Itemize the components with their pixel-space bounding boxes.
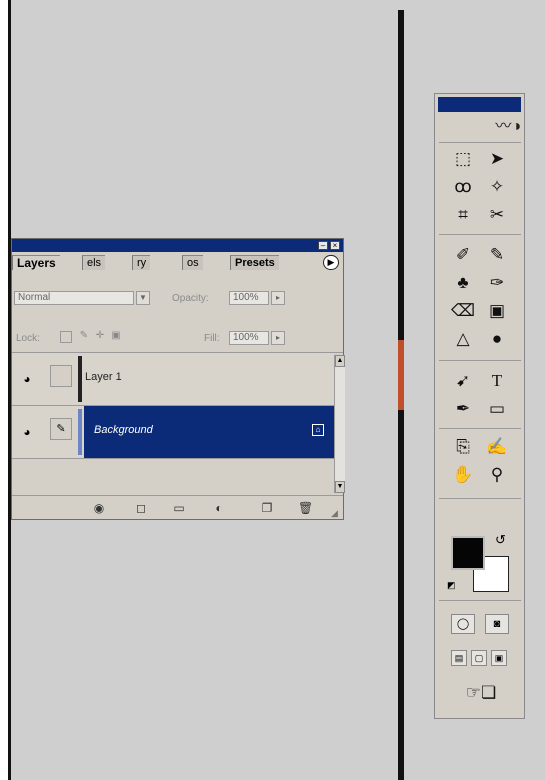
tab-layers[interactable]: Layers: [12, 255, 60, 270]
standard-mode-button[interactable]: ◯: [451, 614, 475, 634]
hand-tool-icon[interactable]: ✋: [449, 462, 477, 488]
layer-name-label: Layer 1: [85, 371, 122, 383]
fill-slider-arrow[interactable]: ▸: [271, 331, 285, 345]
notes-tool-icon[interactable]: ⎘: [449, 434, 477, 460]
lock-position-icon[interactable]: ✛: [94, 331, 106, 343]
close-button[interactable]: ×: [330, 241, 340, 250]
healing-brush-tool-icon[interactable]: ✐: [449, 242, 477, 268]
scroll-down-arrow[interactable]: ▼: [335, 481, 345, 493]
jump-to-imageready-icon[interactable]: ☞❏: [457, 680, 505, 706]
clone-stamp-tool-icon[interactable]: ♣: [449, 270, 477, 296]
visibility-eye-icon[interactable]: ◕: [18, 426, 36, 438]
default-colors-icon[interactable]: ◩: [447, 580, 457, 590]
toolbox-divider: [439, 142, 521, 143]
swap-colors-icon[interactable]: ↺: [495, 532, 506, 548]
tab-history[interactable]: ry: [132, 255, 151, 270]
trash-icon[interactable]: 🗑: [298, 501, 313, 515]
marquee-tool-icon[interactable]: ⬚: [449, 146, 477, 172]
fill-input[interactable]: 100%: [229, 331, 269, 345]
layers-scrollbar[interactable]: ▲ ▼: [334, 355, 345, 493]
magic-wand-tool-icon[interactable]: ✧: [483, 174, 511, 200]
foreground-color-swatch[interactable]: [451, 536, 485, 570]
lock-image-icon[interactable]: ✎: [78, 331, 90, 343]
brush-tool-icon[interactable]: ✎: [483, 242, 511, 268]
tab-tool-presets[interactable]: Presets: [230, 255, 279, 270]
pen-tool-icon[interactable]: ✒: [449, 396, 477, 422]
crop-tool-icon[interactable]: ⌗: [449, 202, 477, 228]
opacity-label: Opacity:: [172, 293, 209, 304]
tab-channels[interactable]: els: [82, 255, 106, 270]
move-tool-icon[interactable]: ➤: [483, 146, 511, 172]
visibility-eye-icon[interactable]: ◕: [18, 373, 36, 385]
layer-row-separator: [12, 458, 334, 459]
layer-style-icon[interactable]: ◉: [92, 501, 106, 515]
opacity-input[interactable]: 100%: [229, 291, 269, 305]
lock-all-icon[interactable]: ▣: [110, 331, 122, 343]
brush-edit-icon[interactable]: ✎: [50, 418, 72, 440]
gradient-tool-icon[interactable]: ▣: [483, 298, 511, 324]
new-layer-icon[interactable]: ❐: [260, 501, 274, 515]
toolbox-divider: [439, 498, 521, 499]
full-screen-mode-button[interactable]: ▣: [491, 650, 507, 666]
tab-actions[interactable]: os: [182, 255, 203, 270]
full-screen-menu-mode-button[interactable]: ▢: [471, 650, 487, 666]
standard-screen-mode-button[interactable]: ▤: [451, 650, 467, 666]
path-selection-tool-icon[interactable]: ➹: [449, 368, 477, 394]
layer-thumbnail: [78, 409, 82, 455]
toolbox-palette: 〰◑ ⬚ ➤ ꝏ ✧ ⌗ ✂ ✐ ✎ ♣ ✑ ⌫ ▣ △ ● ➹ T ✒ ▭ ⎘…: [434, 93, 525, 719]
selected-layer-highlight: Background ⌂: [84, 406, 334, 458]
eyedropper-tool-icon[interactable]: ✍: [483, 434, 511, 460]
zoom-tool-icon[interactable]: ⚲: [483, 462, 511, 488]
link-toggle-box[interactable]: [50, 365, 72, 387]
toolbox-titlebar[interactable]: [438, 97, 521, 112]
quick-mask-mode-button[interactable]: ◙: [485, 614, 509, 634]
toolbox-divider: [439, 360, 521, 361]
layer-row-background[interactable]: ◕ ✎ Background ⌂: [12, 406, 334, 458]
toolbox-divider: [439, 428, 521, 429]
layers-palette: – × Layers els ry os Presets ▶ Normal ▼ …: [11, 238, 345, 520]
lock-row: Lock: ✎ ✛ ▣ Fill: 100% ▸: [12, 315, 343, 345]
new-set-icon[interactable]: ▭: [172, 501, 186, 515]
resize-grip-icon[interactable]: ◢: [331, 508, 341, 518]
lasso-tool-icon[interactable]: ꝏ: [449, 174, 477, 200]
photoshop-logo-icon[interactable]: 〰◑: [441, 116, 521, 138]
slice-tool-icon[interactable]: ✂: [483, 202, 511, 228]
lock-label: Lock:: [16, 333, 40, 344]
type-tool-icon[interactable]: T: [483, 368, 511, 394]
palette-menu-button[interactable]: ▶: [323, 255, 339, 270]
layer-lock-icon: ⌂: [312, 424, 324, 436]
blend-row: Normal ▼ Opacity: 100% ▸: [12, 273, 343, 313]
document-edge-highlight: [398, 340, 404, 410]
dodge-tool-icon[interactable]: ●: [483, 326, 511, 352]
blur-tool-icon[interactable]: △: [449, 326, 477, 352]
eraser-tool-icon[interactable]: ⌫: [449, 298, 477, 324]
minimize-button[interactable]: –: [318, 241, 328, 250]
layer-thumbnail: [78, 356, 82, 402]
toolbox-divider: [439, 234, 521, 235]
lock-transparency-icon[interactable]: [60, 331, 72, 343]
history-brush-tool-icon[interactable]: ✑: [483, 270, 511, 296]
opacity-slider-arrow[interactable]: ▸: [271, 291, 285, 305]
layer-name-label: Background: [94, 424, 153, 436]
scroll-up-arrow[interactable]: ▲: [335, 355, 345, 367]
blend-mode-select[interactable]: Normal: [14, 291, 134, 305]
layers-bottom-bar: ◉ ◻ ▭ ◐ ❐ 🗑 ◢: [12, 495, 343, 520]
adjustment-layer-icon[interactable]: ◐: [212, 501, 226, 515]
palette-tabs: Layers els ry os Presets ▶: [12, 253, 343, 271]
fill-label: Fill:: [204, 333, 220, 344]
shape-tool-icon[interactable]: ▭: [483, 396, 511, 422]
layer-mask-icon[interactable]: ◻: [134, 501, 148, 515]
layer-row-layer-1[interactable]: ◕ Layer 1: [12, 353, 334, 405]
blend-mode-dropdown-arrow[interactable]: ▼: [136, 291, 150, 305]
toolbox-divider: [439, 600, 521, 601]
layers-palette-titlebar[interactable]: – ×: [12, 239, 343, 252]
